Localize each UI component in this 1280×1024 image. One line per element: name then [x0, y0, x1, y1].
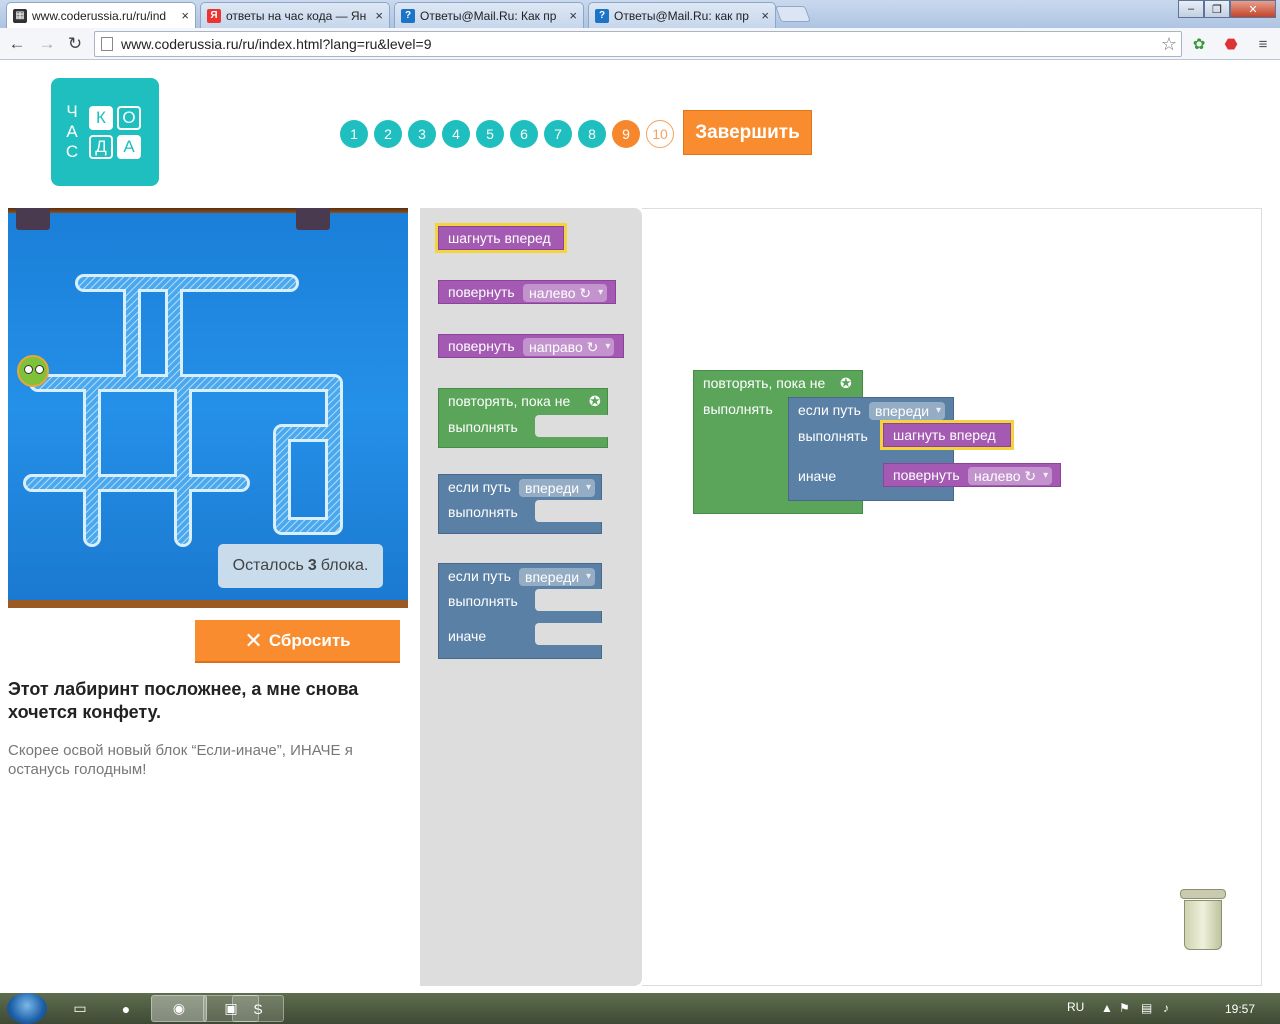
level-title: Этот лабиринт посложнее, а мне снова хоч…	[8, 679, 359, 722]
browser-tab-3[interactable]: ? Ответы@Mail.Ru: Как пр ×	[394, 2, 584, 28]
new-tab-button[interactable]	[775, 6, 811, 22]
clock[interactable]: 19:57	[1225, 1002, 1255, 1016]
close-icon[interactable]: ×	[761, 8, 769, 23]
logo-vertical-text: ЧАС	[65, 102, 79, 161]
forward-arrow-icon[interactable]: →	[36, 33, 58, 55]
question-icon: ?	[595, 8, 609, 23]
logo-cell: О	[117, 106, 141, 130]
tab-title: Ответы@Mail.Ru: Как пр	[420, 8, 557, 23]
goal-icon: ✪	[840, 375, 852, 391]
reset-button[interactable]: ✕ Сбросить	[195, 620, 400, 663]
start-button[interactable]	[7, 993, 47, 1024]
path-dropdown[interactable]: впереди	[519, 568, 596, 586]
close-icon[interactable]: ×	[569, 8, 577, 23]
level-9[interactable]: 9	[612, 120, 640, 148]
browser-toolbar: ← → ↻ www.coderussia.ru/ru/index.html?la…	[0, 28, 1280, 60]
finish-button[interactable]: Завершить	[683, 110, 812, 155]
direction-dropdown[interactable]: налево ↻	[523, 284, 608, 302]
language-indicator[interactable]: RU	[1067, 1000, 1084, 1014]
tab-title: ответы на час кода — Ян	[226, 8, 367, 23]
logo-cell: А	[117, 135, 141, 159]
program-workspace[interactable]: повторять, пока не ✪ выполнять если путь…	[642, 208, 1262, 986]
turn-left-block[interactable]: повернуть налево ↻	[438, 280, 616, 304]
extension-icon[interactable]: ✿	[1188, 33, 1210, 55]
firefox-icon[interactable]: ●	[104, 995, 148, 1022]
close-icon[interactable]: ×	[181, 8, 189, 23]
path-dropdown[interactable]: впереди	[519, 479, 596, 497]
level-progress: 1 2 3 4 5 6 7 8 9 10	[340, 120, 680, 148]
level-1[interactable]: 1	[340, 120, 368, 148]
minimize-icon[interactable]: –	[1178, 0, 1204, 18]
star-icon[interactable]: ☆	[1161, 32, 1177, 56]
yandex-icon: Я	[207, 8, 221, 23]
direction-dropdown[interactable]: направо ↻	[523, 338, 615, 356]
reset-label: Сбросить	[268, 630, 351, 650]
turn-right-block[interactable]: повернуть направо ↻	[438, 334, 624, 358]
remaining-prefix: Осталось	[232, 557, 304, 574]
window-close-icon[interactable]: ✕	[1230, 0, 1276, 18]
block-toolbox: шагнуть вперед повернуть налево ↻ поверн…	[420, 208, 642, 986]
volume-icon[interactable]: ♪	[1163, 1001, 1169, 1015]
repeat-until-block[interactable]: повторять, пока не ✪ выполнять	[438, 388, 609, 448]
menu-icon[interactable]: ≡	[1252, 33, 1274, 55]
level-10[interactable]: 10	[646, 120, 674, 148]
trash-icon[interactable]	[1180, 889, 1226, 951]
window-controls: – ❐ ✕	[1178, 0, 1276, 18]
system-tray: RU ▲ ⚑ ▤ ♪ 19:57	[1055, 993, 1280, 1024]
explorer-icon[interactable]: ▭	[58, 995, 102, 1022]
chevron-up-icon[interactable]: ▲	[1101, 1001, 1113, 1015]
back-arrow-icon[interactable]: ←	[6, 33, 28, 55]
logo-cell: К	[89, 106, 113, 130]
url-text: www.coderussia.ru/ru/index.html?lang=ru&…	[121, 36, 432, 52]
adblock-icon[interactable]: ⬣	[1220, 33, 1242, 55]
if-else-path-block[interactable]: если путь впереди выполнять иначе	[438, 563, 603, 659]
character-icon	[17, 355, 49, 387]
windows-taskbar: ▭ ● ◉ ▣ S RU ▲ ⚑ ▤ ♪ 19:57	[0, 993, 1280, 1024]
remaining-suffix: блока.	[320, 557, 369, 574]
move-forward-block[interactable]: шагнуть вперед	[438, 226, 564, 250]
logo-cell: Д	[89, 135, 113, 159]
browser-tab-2[interactable]: Я ответы на час кода — Ян ×	[200, 2, 390, 28]
browser-tab-1[interactable]: ▦ www.coderussia.ru/ru/ind ×	[6, 2, 196, 28]
level-5[interactable]: 5	[476, 120, 504, 148]
move-forward-block[interactable]: шагнуть вперед	[883, 423, 1011, 447]
close-icon[interactable]: ×	[375, 8, 383, 23]
remaining-count: 3	[307, 557, 317, 574]
level-6[interactable]: 6	[510, 120, 538, 148]
chrome-taskbar-button[interactable]: ◉	[151, 995, 207, 1022]
if-path-block[interactable]: если путь впереди выполнять	[438, 474, 603, 534]
reload-icon[interactable]: ↻	[64, 33, 86, 55]
level-3[interactable]: 3	[408, 120, 436, 148]
goal-icon: ✪	[589, 393, 601, 409]
browser-tab-bar: ▦ www.coderussia.ru/ru/ind × Я ответы на…	[0, 0, 1280, 28]
maximize-icon[interactable]: ❐	[1204, 0, 1230, 18]
level-7[interactable]: 7	[544, 120, 572, 148]
grid-icon: ▦	[13, 8, 27, 23]
question-icon: ?	[401, 8, 415, 23]
maze-canvas: Осталось 3 блока.	[8, 208, 408, 608]
hour-of-code-logo[interactable]: ЧАС К О Д А	[51, 78, 159, 186]
flag-icon[interactable]: ⚑	[1119, 1001, 1130, 1015]
page-icon	[101, 37, 113, 51]
tab-title: Ответы@Mail.Ru: как пр	[614, 8, 749, 23]
level-description: Скорее освой новый блок “Если-иначе”, ИН…	[8, 742, 353, 778]
floor-strip	[8, 600, 408, 608]
level-8[interactable]: 8	[578, 120, 606, 148]
address-bar[interactable]: www.coderussia.ru/ru/index.html?lang=ru&…	[94, 31, 1182, 57]
browser-tab-4[interactable]: ? Ответы@Mail.Ru: как пр ×	[588, 2, 776, 28]
level-4[interactable]: 4	[442, 120, 470, 148]
close-icon: ✕	[244, 627, 263, 653]
direction-dropdown[interactable]: налево ↻	[968, 467, 1053, 485]
network-icon[interactable]: ▤	[1141, 1001, 1152, 1015]
skype-taskbar-button[interactable]: S	[232, 995, 284, 1022]
level-2[interactable]: 2	[374, 120, 402, 148]
remaining-blocks-badge: Осталось 3 блока.	[218, 544, 383, 588]
path-dropdown[interactable]: впереди	[869, 402, 946, 420]
turn-left-block[interactable]: повернуть налево ↻	[883, 463, 1061, 487]
page-content: ЧАС К О Д А 1 2 3 4 5 6 7 8 9 10 Заверши…	[0, 61, 1280, 993]
tab-title: www.coderussia.ru/ru/ind	[32, 8, 167, 23]
